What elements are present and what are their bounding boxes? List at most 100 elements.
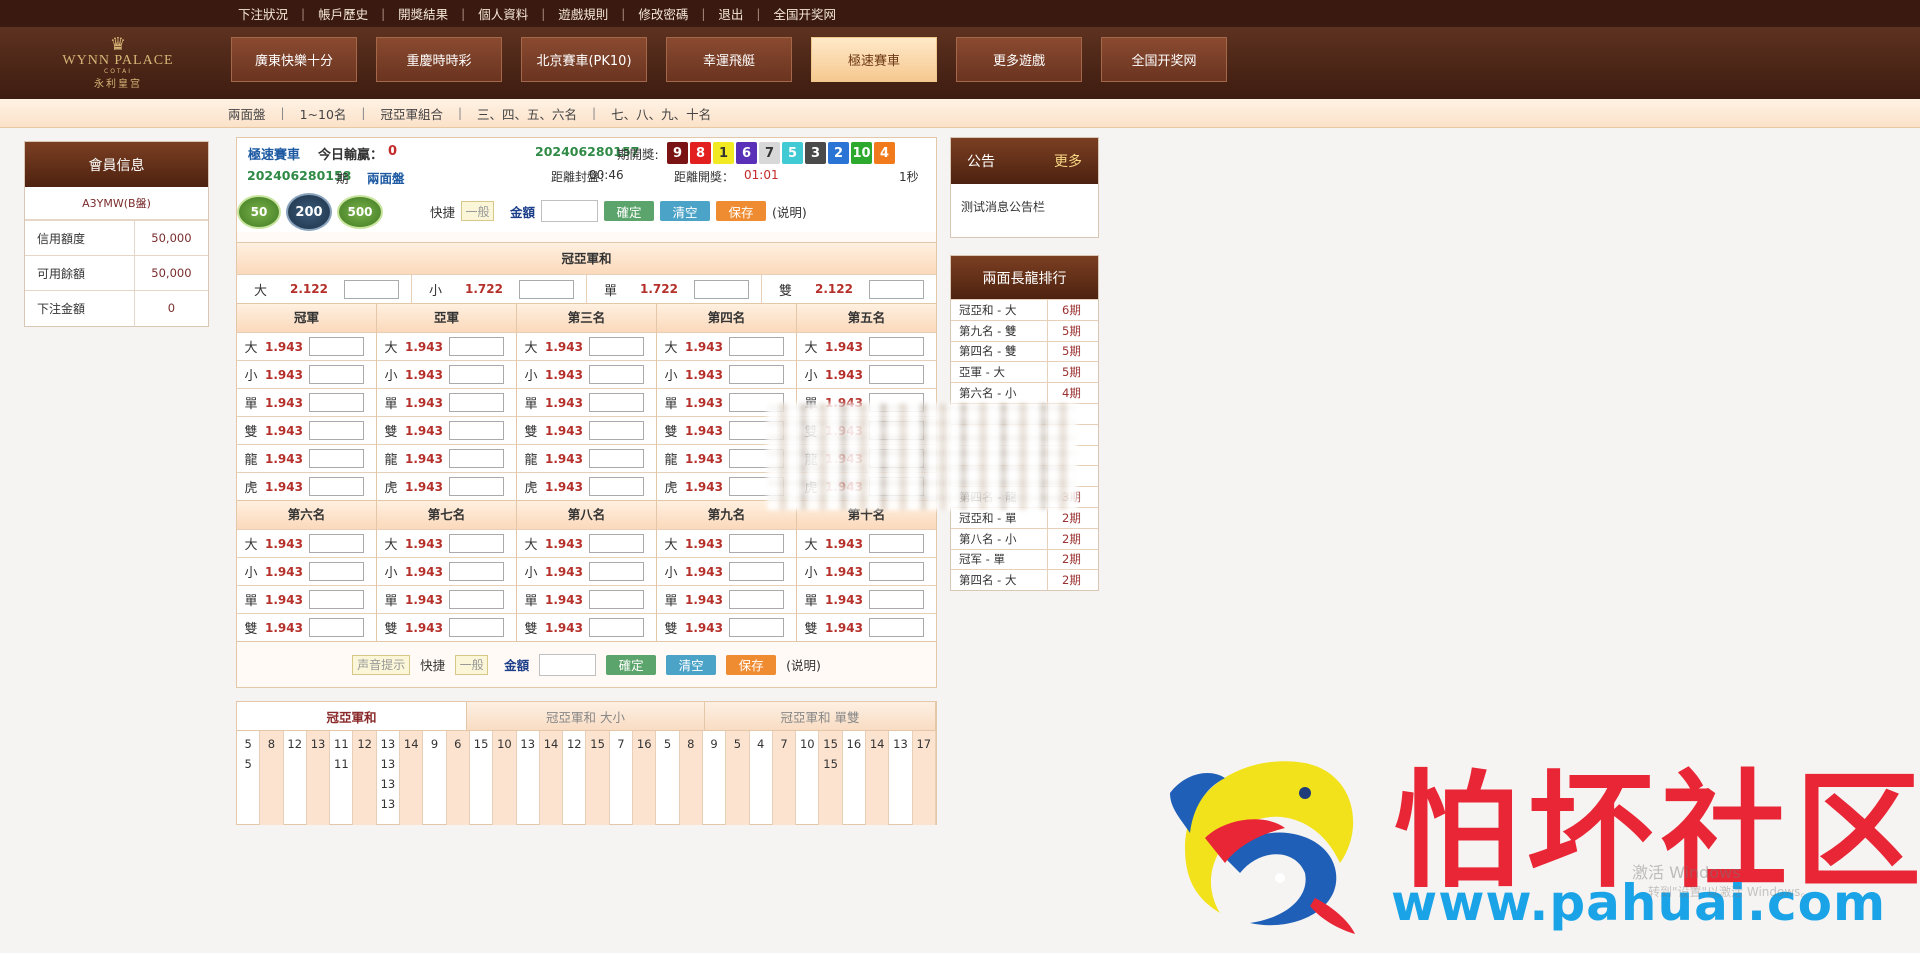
bet-input[interactable]	[589, 337, 644, 356]
save-button[interactable]: 保存	[716, 201, 767, 221]
explain-link[interactable]: (说明)	[772, 202, 807, 221]
quick-bar-top: 快捷 一般 金額 確定 清空 保存 (说明)	[430, 200, 807, 222]
stats-tab[interactable]: 冠亞軍和 單雙	[705, 702, 936, 730]
bet-input[interactable]	[869, 590, 924, 609]
clear-button-bottom[interactable]: 清空	[666, 654, 717, 675]
bet-odds: 1.943	[265, 395, 303, 410]
confirm-button-bottom[interactable]: 確定	[606, 654, 657, 675]
windows-activate-title: 激活 Windows	[1632, 863, 1741, 882]
explain-link-bottom[interactable]: (说明)	[786, 655, 821, 674]
top-nav-item[interactable]: 開獎結果	[385, 4, 461, 23]
subnav-item[interactable]: 1~10名	[285, 104, 362, 123]
bet-input[interactable]	[589, 590, 644, 609]
gy-bet-input[interactable]	[519, 279, 574, 299]
bet-input[interactable]	[869, 562, 924, 581]
bet-input[interactable]	[449, 365, 504, 384]
chip-200[interactable]: 200	[286, 193, 332, 231]
bet-label: 大	[384, 341, 398, 356]
stats-value: 14	[403, 737, 419, 751]
chip-500[interactable]: 500	[337, 195, 383, 229]
bet-label: 雙	[524, 425, 538, 440]
stats-column: 14	[539, 731, 564, 825]
bet-input[interactable]	[589, 534, 644, 553]
save-button-bottom[interactable]: 保存	[726, 654, 777, 675]
bet-input[interactable]	[449, 337, 504, 356]
bet-odds: 1.943	[545, 423, 583, 438]
game-tab[interactable]: 廣東快樂十分	[231, 37, 357, 82]
game-tab[interactable]: 更多遊戲	[956, 37, 1082, 82]
bet-input[interactable]	[309, 365, 364, 384]
bet-input[interactable]	[729, 590, 784, 609]
top-nav-item[interactable]: 個人資料	[465, 4, 541, 23]
bet-input[interactable]	[589, 449, 644, 468]
normal-button-bottom[interactable]: 一般	[455, 654, 489, 675]
subnav-item[interactable]: 冠亞軍組合	[365, 104, 458, 123]
stats-column: 5	[656, 731, 680, 825]
member-account: A3YMW(B盤)	[25, 187, 208, 220]
top-nav-item[interactable]: 遊戲規則	[545, 4, 621, 23]
bet-input[interactable]	[449, 562, 504, 581]
subnav-item[interactable]: 兩面盤	[213, 104, 281, 123]
bet-input[interactable]	[729, 337, 784, 356]
bet-input[interactable]	[449, 618, 504, 637]
game-tab[interactable]: 全国开奖网	[1101, 37, 1227, 82]
bet-input[interactable]	[729, 562, 784, 581]
top-nav-item[interactable]: 帳戶歷史	[305, 4, 381, 23]
bet-input[interactable]	[449, 590, 504, 609]
bet-input[interactable]	[589, 562, 644, 581]
gy-bet-input[interactable]	[694, 279, 749, 299]
game-tab[interactable]: 重慶時時彩	[376, 37, 502, 82]
chip-50[interactable]: 50	[237, 195, 281, 229]
stats-tab[interactable]: 冠亞軍和	[237, 702, 467, 730]
notice-more-link[interactable]: 更多	[1054, 151, 1082, 171]
sound-button[interactable]: 声音提示	[352, 654, 411, 675]
stats-tab[interactable]: 冠亞軍和 大小	[467, 702, 705, 730]
bet-input[interactable]	[449, 421, 504, 440]
bet-input[interactable]	[309, 534, 364, 553]
top-nav-item[interactable]: 修改密碼	[625, 4, 701, 23]
bet-input[interactable]	[309, 449, 364, 468]
bet-cell: 大 1.943	[377, 529, 516, 557]
bet-input[interactable]	[869, 337, 924, 356]
refresh-timer[interactable]: 1秒	[899, 168, 919, 185]
bet-input[interactable]	[449, 534, 504, 553]
amount-input[interactable]	[541, 200, 599, 222]
bet-input[interactable]	[869, 534, 924, 553]
normal-button[interactable]: 一般	[461, 201, 495, 221]
bet-input[interactable]	[309, 421, 364, 440]
bet-input[interactable]	[589, 477, 644, 496]
subnav-item[interactable]: 三、四、五、六名	[462, 104, 592, 123]
bet-input[interactable]	[449, 449, 504, 468]
bet-input[interactable]	[309, 393, 364, 412]
bet-input[interactable]	[309, 337, 364, 356]
subnav-item[interactable]: 七、八、九、十名	[596, 104, 726, 123]
game-tab[interactable]: 幸運飛艇	[666, 37, 792, 82]
bet-input[interactable]	[449, 393, 504, 412]
bet-input[interactable]	[729, 365, 784, 384]
logo[interactable]: ♛ WYNN PALACE COTAI 永利皇宫	[48, 36, 188, 91]
bet-input[interactable]	[869, 365, 924, 384]
bet-input[interactable]	[309, 618, 364, 637]
gy-bet-input[interactable]	[344, 279, 399, 299]
bet-input[interactable]	[309, 562, 364, 581]
bet-input[interactable]	[309, 590, 364, 609]
top-nav-item[interactable]: 全国开奖网	[760, 4, 849, 23]
bet-input[interactable]	[449, 477, 504, 496]
gy-bet-input[interactable]	[869, 279, 924, 299]
bet-input[interactable]	[869, 618, 924, 637]
bet-input[interactable]	[729, 534, 784, 553]
confirm-button[interactable]: 確定	[604, 201, 655, 221]
fish-logo-icon	[1170, 761, 1355, 934]
bet-input[interactable]	[309, 477, 364, 496]
bet-input[interactable]	[729, 618, 784, 637]
top-nav-item[interactable]: 退出	[705, 4, 756, 23]
game-tab[interactable]: 北京賽車(PK10)	[521, 37, 647, 82]
amount-input-bottom[interactable]	[539, 653, 597, 676]
top-nav-item[interactable]: 下注狀況	[225, 4, 301, 23]
clear-button[interactable]: 清空	[660, 201, 711, 221]
game-tab[interactable]: 極速賽車	[811, 37, 937, 82]
bet-input[interactable]	[589, 618, 644, 637]
bet-input[interactable]	[589, 365, 644, 384]
bet-input[interactable]	[589, 421, 644, 440]
bet-input[interactable]	[589, 393, 644, 412]
